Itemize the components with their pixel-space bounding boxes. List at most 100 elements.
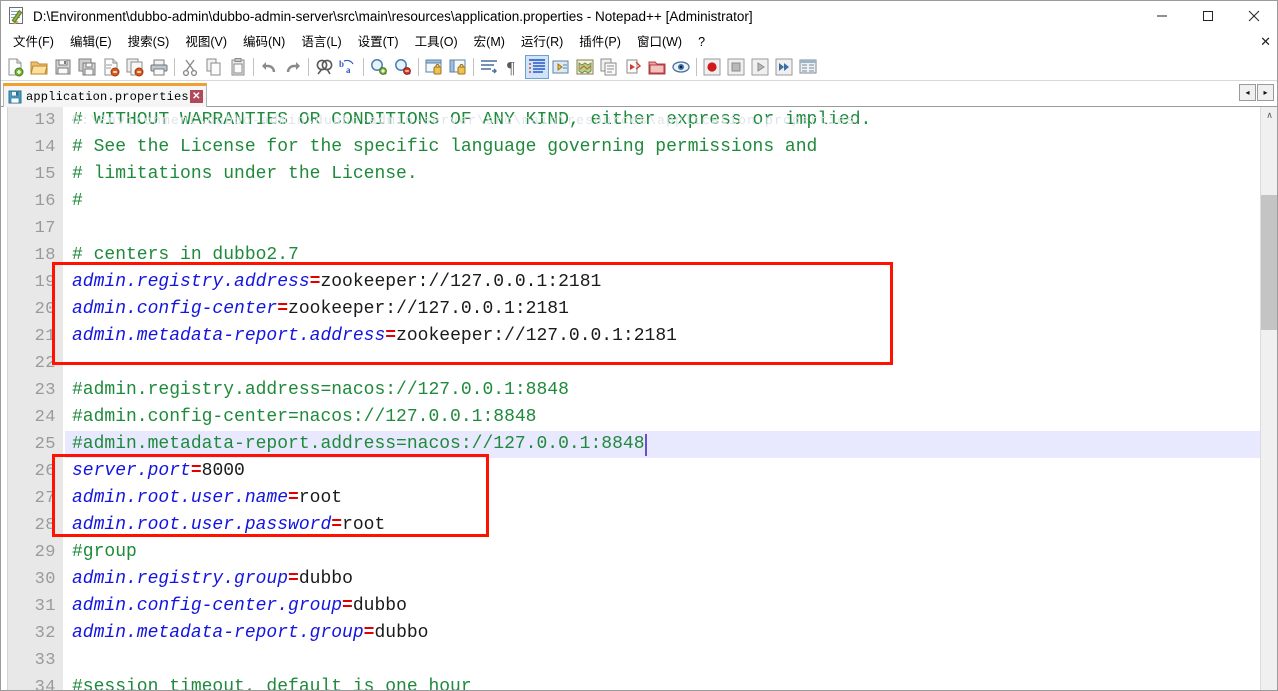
vertical-scrollbar[interactable]: ∧ ∨ (1260, 107, 1277, 690)
code-line[interactable]: 34 #session timeout, default is one hour (8, 674, 1277, 690)
find-icon[interactable] (312, 55, 336, 79)
new-file-icon[interactable] (3, 55, 27, 79)
sync-horizontal-scroll-icon[interactable] (446, 55, 470, 79)
code-line[interactable]: 23 #admin.registry.address=nacos://127.0.… (8, 377, 1277, 404)
show-all-characters-icon[interactable]: ¶ (501, 55, 525, 79)
menu-window[interactable]: 窗口(W) (629, 32, 690, 53)
code-line-content[interactable] (65, 647, 1277, 674)
code-line[interactable]: 20 admin.config-center=zookeeper://127.0.… (8, 296, 1277, 323)
user-defined-language-icon[interactable] (549, 55, 573, 79)
code-line[interactable]: 25 #admin.metadata-report.address=nacos:/… (8, 431, 1277, 458)
monitoring-icon[interactable] (669, 55, 693, 79)
function-list-icon[interactable] (597, 55, 621, 79)
code-line[interactable]: 22 (8, 350, 1277, 377)
close-all-files-icon[interactable] (123, 55, 147, 79)
code-line[interactable]: 27 admin.root.user.name=root (8, 485, 1277, 512)
code-line-content[interactable]: admin.metadata-report.address=zookeeper:… (65, 323, 1277, 350)
code-line-content[interactable]: #group (65, 539, 1277, 566)
stop-macro-icon[interactable] (724, 55, 748, 79)
vertical-scrollbar-thumb[interactable] (1261, 195, 1277, 330)
tab-scroll-right-button[interactable]: ▸ (1257, 84, 1274, 101)
record-macro-icon[interactable] (700, 55, 724, 79)
save-icon[interactable] (51, 55, 75, 79)
redo-icon[interactable] (281, 55, 305, 79)
code-canvas[interactable]: 13 D:\Environment\dubbo-admin\dubbo-admin… (8, 107, 1277, 690)
code-line-content[interactable]: # See the License for the specific langu… (65, 134, 1277, 161)
code-line[interactable]: 32 admin.metadata-report.group=dubbo (8, 620, 1277, 647)
code-line-content[interactable]: admin.config-center.group=dubbo (65, 593, 1277, 620)
paste-icon[interactable] (226, 55, 250, 79)
minimize-button[interactable] (1139, 1, 1185, 31)
menu-view[interactable]: 视图(V) (177, 32, 235, 53)
document-map-icon[interactable] (573, 55, 597, 79)
menu-edit[interactable]: 编辑(E) (62, 32, 120, 53)
zoom-in-icon[interactable] (367, 55, 391, 79)
code-line-content[interactable]: admin.registry.address=zookeeper://127.0… (65, 269, 1277, 296)
code-line[interactable]: 13 D:\Environment\dubbo-admin\dubbo-admin… (8, 107, 1277, 134)
menu-macro[interactable]: 宏(M) (466, 32, 513, 53)
code-line-content[interactable]: # centers in dubbo2.7 (65, 242, 1277, 269)
close-button[interactable] (1231, 1, 1277, 31)
folder-as-workspace-icon[interactable] (645, 55, 669, 79)
code-line[interactable]: 16 # (8, 188, 1277, 215)
play-macro-icon[interactable] (748, 55, 772, 79)
undo-icon[interactable] (257, 55, 281, 79)
code-line-content[interactable] (65, 350, 1277, 377)
code-line[interactable]: 17 (8, 215, 1277, 242)
print-icon[interactable] (147, 55, 171, 79)
code-line-content[interactable]: #session timeout, default is one hour (65, 674, 1277, 690)
code-line[interactable]: 18 # centers in dubbo2.7 (8, 242, 1277, 269)
copy-icon[interactable] (202, 55, 226, 79)
menu-search[interactable]: 搜索(S) (120, 32, 178, 53)
tab-close-icon[interactable]: ✕ (189, 90, 203, 103)
code-line-content[interactable]: #admin.metadata-report.address=nacos://1… (65, 431, 1277, 458)
save-all-icon[interactable] (75, 55, 99, 79)
close-file-icon[interactable] (99, 55, 123, 79)
scroll-up-arrow-icon[interactable]: ∧ (1261, 107, 1277, 124)
zoom-out-icon[interactable] (391, 55, 415, 79)
maximize-button[interactable] (1185, 1, 1231, 31)
show-indent-guide-icon[interactable] (525, 54, 549, 79)
save-macro-icon[interactable] (796, 55, 820, 79)
menu-settings[interactable]: 设置(T) (350, 32, 407, 53)
tab-scroll-left-button[interactable]: ◂ (1239, 84, 1256, 101)
code-line-content[interactable]: #admin.config-center=nacos://127.0.0.1:8… (65, 404, 1277, 431)
code-line[interactable]: 26 server.port=8000 (8, 458, 1277, 485)
code-line-content[interactable]: # limitations under the License. (65, 161, 1277, 188)
menu-tools[interactable]: 工具(O) (407, 32, 466, 53)
code-line-content[interactable]: D:\Environment\dubbo-admin\dubbo-admin-s… (65, 107, 1277, 134)
menu-encoding[interactable]: 编码(N) (235, 32, 293, 53)
code-line[interactable]: 31 admin.config-center.group=dubbo (8, 593, 1277, 620)
code-line[interactable]: 19 admin.registry.address=zookeeper://127… (8, 269, 1277, 296)
run-macro-multiple-icon[interactable] (772, 55, 796, 79)
code-line[interactable]: 24 #admin.config-center=nacos://127.0.0.1… (8, 404, 1277, 431)
menu-run[interactable]: 运行(R) (513, 32, 571, 53)
code-line-content[interactable]: admin.root.user.password=root (65, 512, 1277, 539)
menu-plugins[interactable]: 插件(P) (571, 32, 629, 53)
code-line-content[interactable]: #admin.registry.address=nacos://127.0.0.… (65, 377, 1277, 404)
menu-help[interactable]: ? (690, 32, 713, 53)
code-line-content[interactable]: admin.registry.group=dubbo (65, 566, 1277, 593)
code-line-content[interactable] (65, 215, 1277, 242)
code-line-content[interactable]: admin.metadata-report.group=dubbo (65, 620, 1277, 647)
open-file-icon[interactable] (27, 55, 51, 79)
code-line[interactable]: 30 admin.registry.group=dubbo (8, 566, 1277, 593)
code-line-content[interactable]: server.port=8000 (65, 458, 1277, 485)
tab-application-properties[interactable]: application.properties ✕ (3, 83, 207, 107)
code-line[interactable]: 14 # See the License for the specific lan… (8, 134, 1277, 161)
code-line-content[interactable]: admin.config-center=zookeeper://127.0.0.… (65, 296, 1277, 323)
code-line[interactable]: 28 admin.root.user.password=root (8, 512, 1277, 539)
code-line-content[interactable]: admin.root.user.name=root (65, 485, 1277, 512)
code-line-content[interactable]: # (65, 188, 1277, 215)
code-line[interactable]: 21 admin.metadata-report.address=zookeepe… (8, 323, 1277, 350)
code-line[interactable]: 29 #group (8, 539, 1277, 566)
document-switcher-icon[interactable] (621, 55, 645, 79)
close-document-icon[interactable]: ✕ (1260, 34, 1271, 50)
code-line[interactable]: 15 # limitations under the License. (8, 161, 1277, 188)
cut-icon[interactable] (178, 55, 202, 79)
code-line[interactable]: 33 (8, 647, 1277, 674)
sync-vertical-scroll-icon[interactable] (422, 55, 446, 79)
word-wrap-icon[interactable] (477, 55, 501, 79)
menu-file[interactable]: 文件(F) (5, 31, 62, 53)
replace-icon[interactable]: ba (336, 55, 360, 79)
